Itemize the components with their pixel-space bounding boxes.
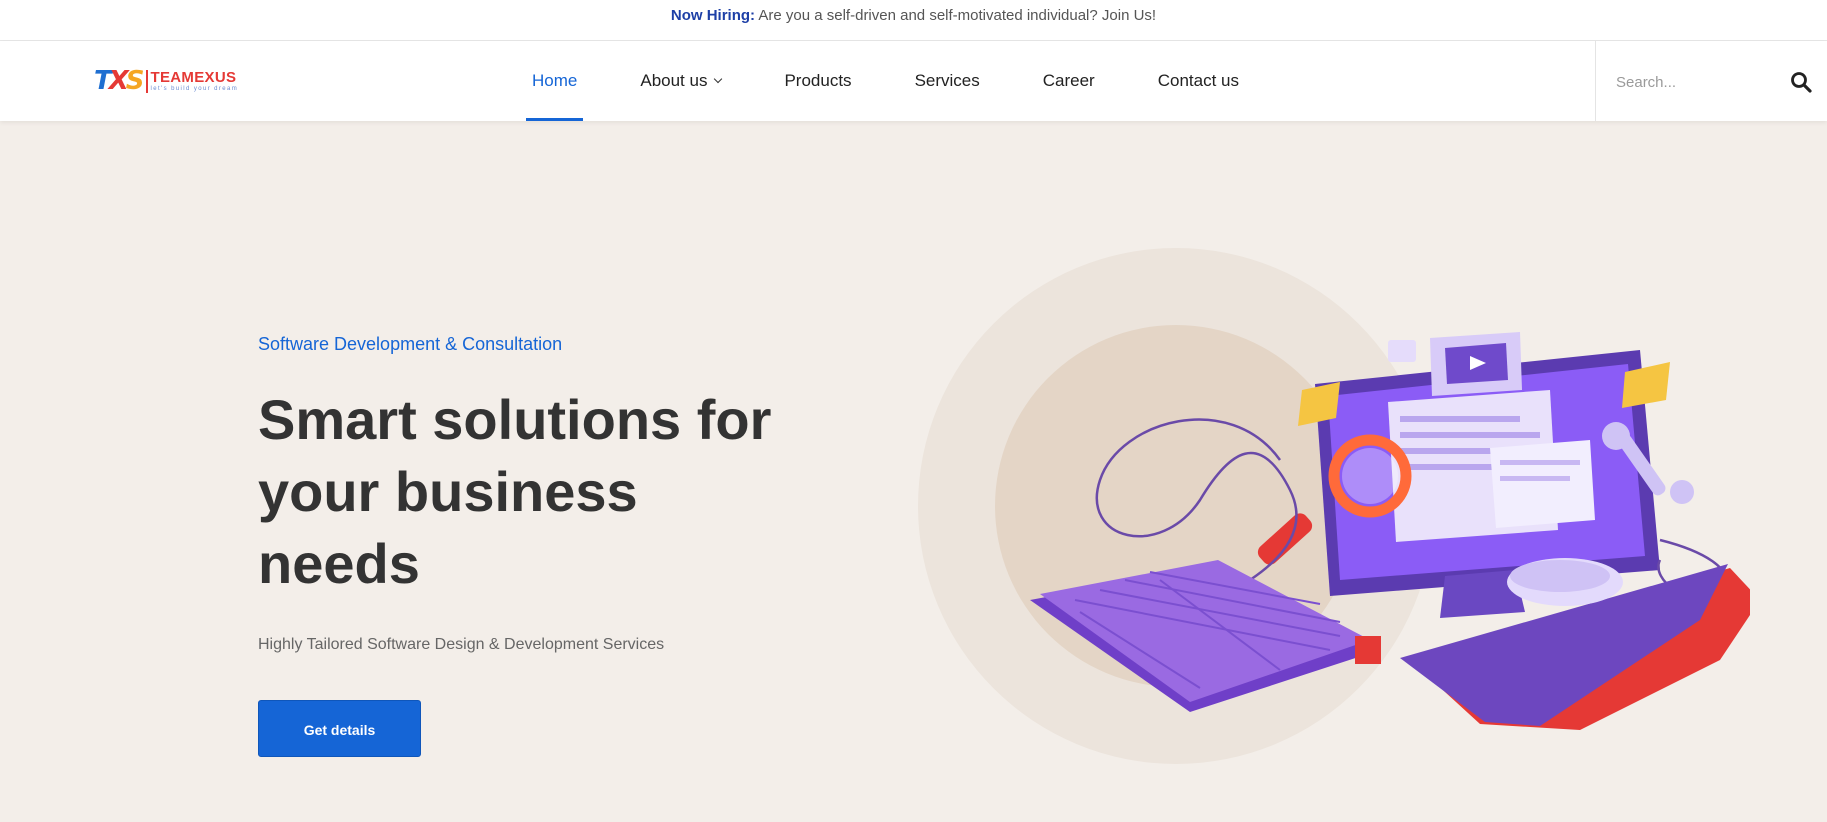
now-hiring-label: Now Hiring: (670, 7, 756, 24)
announcement-link[interactable]: Now Hiring: Are you a self-driven and se… (671, 7, 1156, 24)
announcement-text: Are you a self-driven and self-motivated… (758, 7, 1157, 24)
nav-services[interactable]: Services (909, 41, 986, 121)
hero-headline: Smart solutions for your business needs (258, 388, 772, 595)
logo[interactable]: TXS TEAMEXUS let's build your dream (94, 65, 238, 97)
announcement-bar: Now Hiring: Are you a self-driven and se… (0, 0, 1827, 41)
nav-about-label: About us (640, 71, 708, 90)
hero-subtitle: Software Development & Consultation (258, 334, 563, 354)
nav-products[interactable]: Products (778, 41, 857, 121)
get-details-button[interactable]: Get details (258, 700, 421, 757)
nav-career[interactable]: Career (1037, 41, 1101, 121)
chevron-down-icon (714, 74, 723, 84)
nav-contact-label: Contact us (1157, 71, 1239, 90)
logo-mark: TXS (94, 66, 144, 96)
computer-workstation-illustration (918, 248, 1750, 764)
nav-about-us[interactable]: About us (634, 41, 727, 121)
search-icon[interactable] (1789, 70, 1813, 94)
site-header: TXS TEAMEXUS let's build your dream Home… (0, 41, 1827, 121)
nav-career-label: Career (1042, 71, 1095, 90)
main-nav: Home About us Products Services Career C… (526, 41, 1296, 121)
nav-home[interactable]: Home (526, 41, 584, 121)
hero-description: Highly Tailored Software Design & Develo… (258, 636, 665, 653)
nav-home-label: Home (532, 71, 578, 90)
logo-text: TEAMEXUS let's build your dream (145, 68, 239, 93)
nav-products-label: Products (784, 71, 852, 90)
nav-contact-us[interactable]: Contact us (1152, 41, 1245, 121)
nav-services-label: Services (914, 71, 980, 90)
search-input[interactable] (1614, 69, 1778, 95)
logo-tagline: let's build your dream (150, 85, 239, 92)
logo-name: TEAMEXUS (150, 68, 237, 86)
